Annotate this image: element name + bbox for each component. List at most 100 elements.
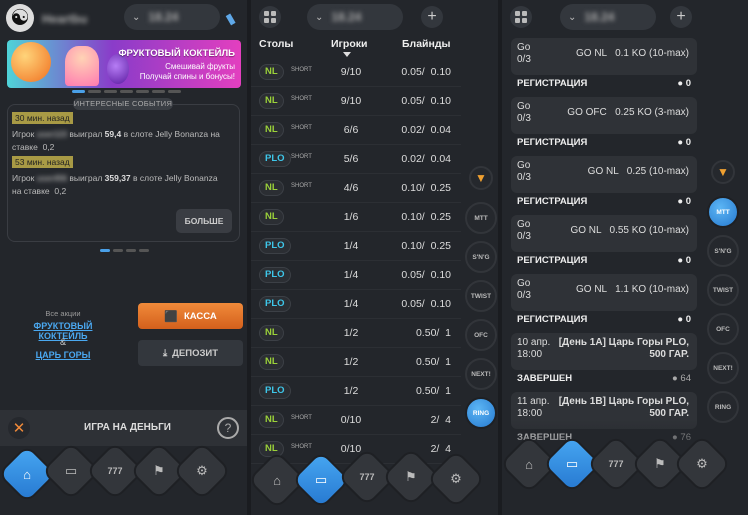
game-type-mtt[interactable]: MTT [707, 196, 739, 228]
table-row[interactable]: NL 1/6 0.10/ 0.25 [251, 203, 461, 232]
balance-selector[interactable]: ⌄ 18.24 [560, 4, 656, 30]
tournament-name: GO NL 1.1 KO (10-max) [576, 284, 689, 295]
nav-tables[interactable]: ▭ [44, 444, 98, 498]
add-icon[interactable]: + [670, 6, 692, 28]
col-players[interactable]: Игроки [331, 38, 367, 50]
event-text: Игрок user456 выиграл 359,37 в слоте Jel… [12, 173, 218, 196]
ring-tables-panel: ⌄ 18.24 + Столы Игроки Блайнды NL SHORT 9/… [251, 0, 498, 515]
tournament-card[interactable]: Go 0/3 GO OFC 0.25 KO (3-max) РЕГИСТРАЦИЯ ● … [511, 97, 697, 151]
tournament-card[interactable]: Go 0/3 GO NL 0.25 (10-max) РЕГИСТРАЦИЯ ● 0 [511, 156, 697, 210]
table-row[interactable]: PLO 1/2 0.50/ 1 [251, 377, 461, 406]
short-tag: SHORT [291, 125, 312, 131]
nav-sport[interactable]: ⚑ [384, 450, 438, 504]
game-type-ofc[interactable]: OFC [707, 313, 739, 345]
table-row[interactable]: PLO SHORT 5/6 0.02/ 0.04 [251, 145, 461, 174]
home-icon: ⌂ [23, 466, 31, 482]
gear-icon: ⚙ [450, 471, 462, 486]
ticket-icon[interactable]: ▮ [223, 5, 246, 29]
nav-settings[interactable]: ⚙ [429, 452, 483, 506]
nav-settings[interactable]: ⚙ [675, 437, 729, 491]
nav-settings[interactable]: ⚙ [175, 444, 229, 498]
event-time: 30 мин. назад [12, 112, 73, 124]
blinds-value: 0.05/ 0.10 [401, 269, 451, 281]
promo-link-king[interactable]: ЦАРЬ ГОРЫ [8, 350, 118, 360]
players-count: 1/4 [343, 240, 359, 252]
yin-yang-logo-icon[interactable]: ☯ [6, 4, 34, 32]
card-table-icon: ▭ [314, 472, 328, 487]
sport-icon: ⚑ [405, 469, 417, 484]
tournament-card[interactable]: Go 0/3 GO NL 0.1 KO (10-max) РЕГИСТРАЦИЯ ● 0 [511, 38, 697, 92]
tournament-players: ● 0 [677, 255, 691, 266]
tournament-game: Go 0/3 [517, 219, 531, 242]
balance-selector[interactable]: ⌄ 18.24 [307, 4, 403, 30]
table-row[interactable]: PLO 1/4 0.05/ 0.10 [251, 290, 461, 319]
game-badge: NL [259, 180, 284, 196]
blinds-value: 2/ 4 [430, 443, 451, 455]
col-blinds[interactable]: Блайнды [402, 38, 451, 50]
game-type-ring[interactable]: RING [465, 397, 497, 429]
home-icon: ⌂ [273, 472, 281, 488]
nav-home[interactable]: ⌂ [251, 453, 304, 507]
game-type-ring[interactable]: RING [707, 391, 739, 423]
add-icon[interactable]: + [421, 6, 443, 28]
players-count: 0/10 [340, 414, 362, 426]
table-row[interactable]: NL SHORT 0/10 2/ 4 [251, 406, 461, 435]
table-row[interactable]: NL SHORT 6/6 0.02/ 0.04 [251, 116, 461, 145]
game-type-next[interactable]: NEXT! [465, 358, 497, 390]
game-badge: NL [259, 122, 284, 138]
nav-home[interactable]: ⌂ [0, 447, 54, 501]
table-row[interactable]: NL SHORT 4/6 0.10/ 0.25 [251, 174, 461, 203]
tournament-name: GO NL 0.1 KO (10-max) [576, 48, 689, 59]
close-icon[interactable]: ✕ [8, 417, 30, 439]
players-count: 1/2 [343, 356, 359, 368]
players-count: 9/10 [340, 66, 362, 78]
promo-banner[interactable]: ФРУКТОВЫЙ КОКТЕЙЛЬ Смешивай фрукты Получ… [7, 40, 241, 88]
game-type-next[interactable]: NEXT! [707, 352, 739, 384]
tournament-players: ● 0 [677, 314, 691, 325]
deposit-button[interactable]: ⤓ ДЕПОЗИТ [138, 340, 243, 366]
game-type-twist[interactable]: TWIST [465, 280, 497, 312]
tournament-card[interactable]: Go 0/3 GO NL 0.55 KO (10-max) РЕГИСТРАЦИЯ ● … [511, 215, 697, 269]
table-row[interactable]: NL SHORT 9/10 0.05/ 0.10 [251, 87, 461, 116]
blinds-value: 0.10/ 0.25 [401, 240, 451, 252]
table-row[interactable]: NL 1/2 0.50/ 1 [251, 319, 461, 348]
balance-selector[interactable]: ⌄ 18.24 [124, 4, 220, 30]
game-badge: PLO [259, 238, 291, 254]
blinds-value: 0.05/ 0.10 [401, 95, 451, 107]
game-badge: NL [259, 325, 284, 341]
grid-menu-icon[interactable] [259, 6, 281, 28]
bottom-nav: ⌂ ▭ 777 ⚑ ⚙ [0, 444, 247, 508]
blinds-value: 0.02/ 0.04 [401, 153, 451, 165]
nav-slots[interactable]: 777 [88, 444, 142, 498]
more-button[interactable]: БОЛЬШЕ [176, 209, 232, 233]
game-type-mtt[interactable]: MTT [465, 202, 497, 234]
game-type-twist[interactable]: TWIST [707, 274, 739, 306]
username: Heartbu [42, 12, 88, 26]
game-type-sng[interactable]: S'N'G [465, 241, 497, 273]
user-icon: ● [677, 78, 684, 89]
help-icon[interactable]: ? [217, 417, 239, 439]
grid-menu-icon[interactable] [510, 6, 532, 28]
slots-icon: 777 [608, 459, 624, 469]
filter-icon[interactable]: ▼ [469, 166, 493, 190]
tournament-card[interactable]: Go 0/3 GO NL 1.1 KO (10-max) РЕГИСТРАЦИЯ ● 0 [511, 274, 697, 328]
cashier-button[interactable]: ⬛ КАССА [138, 303, 243, 329]
table-row[interactable]: NL 1/2 0.50/ 1 [251, 348, 461, 377]
col-tables[interactable]: Столы [259, 38, 293, 50]
table-row[interactable]: PLO 1/4 0.05/ 0.10 [251, 261, 461, 290]
blinds-value: 0.02/ 0.04 [401, 124, 451, 136]
nav-slots[interactable]: 777 [589, 437, 643, 491]
table-row[interactable]: NL SHORT 9/10 0.05/ 0.10 [251, 58, 461, 87]
tournament-card[interactable]: 10 апр. 18:00 [День 1A] Царь Горы PLO, 500… [511, 333, 697, 387]
game-type-sng[interactable]: S'N'G [707, 235, 739, 267]
nav-tables[interactable]: ▭ [545, 437, 599, 491]
all-promos-label: Все акции [45, 309, 81, 318]
table-row[interactable]: PLO 1/4 0.10/ 0.25 [251, 232, 461, 261]
filter-icon[interactable]: ▼ [711, 160, 735, 184]
nav-tables[interactable]: ▭ [294, 453, 348, 507]
tournament-game: Go 0/3 [517, 42, 531, 65]
players-count: 1/4 [343, 298, 359, 310]
nav-slots[interactable]: 777 [340, 450, 394, 504]
game-type-ofc[interactable]: OFC [465, 319, 497, 351]
players-count: 9/10 [340, 95, 362, 107]
